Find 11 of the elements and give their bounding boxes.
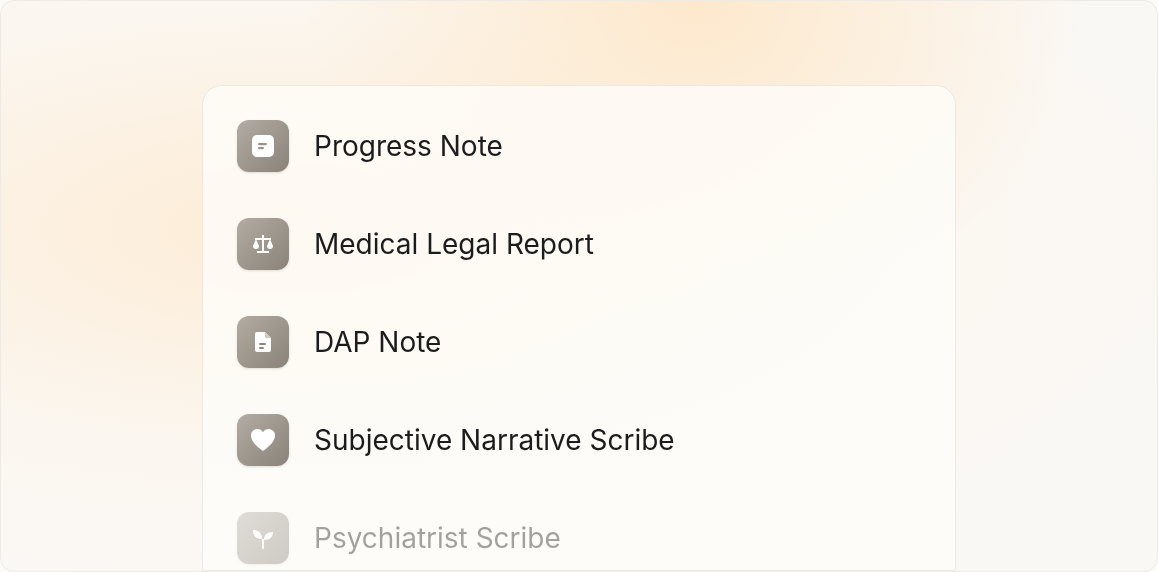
heart-icon — [249, 427, 277, 453]
template-name: Subjective Narrative Scribe — [314, 423, 675, 457]
template-name: DAP Note — [314, 325, 442, 359]
template-item[interactable]: DAP Note — [237, 316, 955, 368]
template-name: Medical Legal Report — [314, 227, 594, 261]
note-icon — [250, 133, 276, 159]
template-name: Progress Note — [314, 129, 503, 163]
template-item[interactable]: Subjective Narrative Scribe — [237, 414, 955, 466]
template-item[interactable]: Progress Note — [237, 120, 955, 172]
template-name: Psychiatrist Scribe — [314, 521, 561, 555]
template-item[interactable]: Medical Legal Report — [237, 218, 955, 270]
